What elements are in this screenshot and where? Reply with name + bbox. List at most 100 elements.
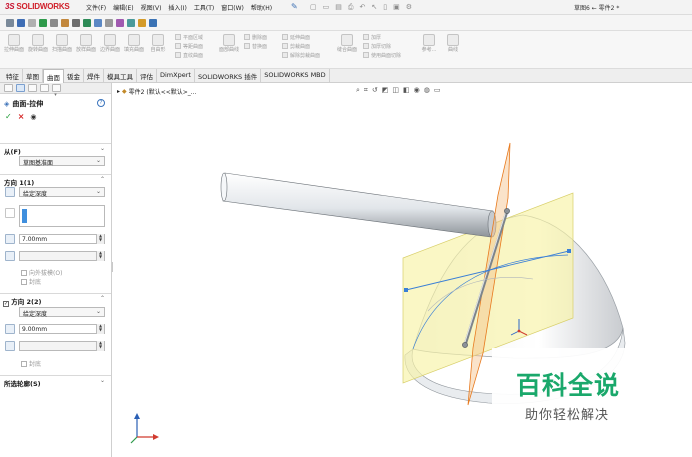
sketch-tool-icon[interactable] (6, 18, 14, 27)
knit-surface-button[interactable]: 缝合曲面 (336, 34, 358, 53)
check-tool-icon[interactable] (39, 18, 47, 27)
tab-dimxpert[interactable]: DimXpert (157, 69, 195, 82)
direction-selection-box[interactable] (19, 205, 105, 227)
spinner-icon[interactable]: ▲ ▼ (96, 234, 104, 244)
print-icon[interactable]: ⎙ (348, 3, 354, 12)
menu-insert[interactable]: 插入(I) (168, 3, 186, 12)
direction-2-checkbox[interactable]: ✓ (3, 301, 9, 307)
planar-surface-button[interactable]: 平面区域 (175, 34, 203, 43)
preview-eye-icon[interactable]: ◉ (30, 113, 36, 121)
tab-sheet-metal[interactable]: 钣金 (64, 69, 84, 82)
thicken-button[interactable]: 加厚 (363, 34, 401, 43)
face-curves-button[interactable]: 面部曲线 (218, 34, 240, 53)
search-tool-icon[interactable] (116, 18, 124, 27)
trim-surface-button[interactable]: 剪裁曲面 (282, 43, 320, 52)
menu-view[interactable]: 视图(V) (141, 3, 162, 12)
display-tool-icon[interactable] (17, 18, 25, 27)
reverse-direction-icon[interactable] (5, 187, 15, 197)
end-condition-select-2[interactable]: 给定深度 ⌄ (19, 307, 105, 318)
pin-icon[interactable]: ✎ (291, 2, 298, 11)
link-tool-icon[interactable] (105, 18, 113, 27)
extruded-surface-button[interactable]: 拉伸曲面 (3, 34, 25, 53)
tab-mold-tools[interactable]: 模具工具 (104, 69, 137, 82)
depth-input-1[interactable]: 7.00mm ▲ ▼ (19, 234, 105, 244)
help-icon[interactable]: ? (97, 99, 105, 107)
revolved-surface-button[interactable]: 旋转曲面 (27, 34, 49, 53)
curves-button[interactable]: 曲线 (442, 34, 464, 53)
menu-help[interactable]: 帮助(H) (251, 3, 272, 12)
spinner-icon[interactable]: ▲ ▼ (96, 341, 104, 351)
swept-surface-button[interactable]: 扫描曲面 (51, 34, 73, 53)
file-props-icon[interactable]: ▣ (393, 3, 400, 12)
section-tool-icon[interactable] (72, 18, 80, 27)
new-icon[interactable]: ▢ (310, 3, 317, 12)
delete-face-button[interactable]: 删除面 (244, 34, 267, 43)
freeform-button[interactable]: 自由形 (147, 34, 169, 53)
draft-angle-input[interactable]: ▲ ▼ (19, 251, 105, 261)
feature-tree-tab-icon[interactable] (4, 84, 13, 92)
section-direction-1[interactable]: 方向 1(1) ⌃ (0, 174, 111, 187)
lofted-surface-button[interactable]: 放样曲面 (75, 34, 97, 53)
replace-face-button[interactable]: 替换面 (244, 43, 267, 52)
ok-button[interactable]: ✓ (5, 112, 12, 121)
draft-icon[interactable] (5, 341, 15, 351)
section-from[interactable]: 从(F) ⌄ (0, 143, 111, 156)
section-direction-2[interactable]: ✓ 方向 2(2) ⌃ (0, 293, 111, 307)
spinner-icon[interactable]: ▲ ▼ (96, 324, 104, 334)
end-condition-select-1[interactable]: 给定深度 ⌄ (19, 187, 105, 198)
thickened-cut-button[interactable]: 加厚切除 (363, 43, 401, 52)
rebuild-icon[interactable]: ▯ (383, 3, 387, 12)
offset-surface-button[interactable]: 等距曲面 (175, 43, 203, 52)
ruled-surface-button[interactable]: 直纹曲面 (175, 52, 203, 61)
tab-weldments[interactable]: 焊件 (84, 69, 104, 82)
tab-mbd[interactable]: SOLIDWORKS MBD (261, 69, 330, 82)
table-tool-icon[interactable] (149, 18, 157, 27)
draft-outward-checkbox[interactable]: 向外拔模(O) (21, 268, 62, 277)
display-manager-tab-icon[interactable] (52, 84, 61, 92)
select-icon[interactable]: ↖ (371, 3, 377, 12)
tab-addins[interactable]: SOLIDWORKS 插件 (195, 69, 262, 82)
zoom-tool-icon[interactable] (50, 18, 58, 27)
draft-angle-input-2[interactable]: ▲ ▼ (19, 341, 105, 351)
menu-file[interactable]: 文件(F) (86, 3, 106, 12)
reference-icon (423, 34, 435, 46)
menu-window[interactable]: 窗口(W) (221, 3, 244, 12)
tab-sketch[interactable]: 草图 (23, 69, 43, 82)
tab-features[interactable]: 特征 (3, 69, 23, 82)
filled-surface-button[interactable]: 填充曲面 (123, 34, 145, 53)
tab-surfaces[interactable]: 曲面 (43, 69, 64, 83)
undo-icon[interactable]: ↶ (359, 3, 365, 12)
dimxpert-tab-icon[interactable] (40, 84, 49, 92)
config-manager-tab-icon[interactable] (28, 84, 37, 92)
quick-access-toolbar: ▢ ▭ ▤ ⎙ ↶ ↖ ▯ ▣ ⚙ (310, 3, 412, 12)
property-manager: ▾ ◈ 曲面-拉伸 ? ✓ × ◉ 从(F) ⌄ 草图基准面 ⌄ 方向 1(1) ⌃ … (0, 83, 112, 457)
cut-with-surface-button[interactable]: 使用曲面切除 (363, 52, 401, 61)
cap-end-checkbox-2[interactable]: 封底 (21, 359, 41, 368)
options-icon[interactable]: ⚙ (406, 3, 412, 12)
cap-end-checkbox-1[interactable]: 封底 (21, 277, 41, 286)
reference-geometry-button[interactable]: 参考... (418, 34, 440, 53)
untrim-surface-button[interactable]: 解除剪裁曲面 (282, 52, 320, 61)
menu-tools[interactable]: 工具(T) (194, 3, 214, 12)
open-icon[interactable]: ▭ (323, 3, 330, 12)
grid-tool-icon[interactable] (94, 18, 102, 27)
measure-tool-icon[interactable] (61, 18, 69, 27)
depth-input-2[interactable]: 9.00mm ▲ ▼ (19, 324, 105, 334)
extrude-icon (8, 34, 20, 46)
layout-tool-icon[interactable] (138, 18, 146, 27)
shield-icon[interactable] (83, 18, 91, 27)
draft-icon[interactable] (5, 251, 15, 261)
solidworks-logo[interactable]: 3S SOLIDWORKS (5, 2, 70, 11)
section-selected-contours[interactable]: 所选轮廓(S) ⌄ (0, 375, 111, 388)
copy-tool-icon[interactable] (127, 18, 135, 27)
menu-edit[interactable]: 编辑(E) (113, 3, 133, 12)
spinner-icon[interactable]: ▲ ▼ (96, 251, 104, 261)
tab-evaluate[interactable]: 评估 (137, 69, 157, 82)
view-tool-icon[interactable] (28, 18, 36, 27)
from-select[interactable]: 草图基准面 ⌄ (19, 156, 105, 167)
property-manager-tab-icon[interactable] (16, 84, 25, 92)
boundary-surface-button[interactable]: 边界曲面 (99, 34, 121, 53)
cancel-button[interactable]: × (18, 112, 25, 121)
save-icon[interactable]: ▤ (335, 3, 342, 12)
extend-surface-button[interactable]: 延伸曲面 (282, 34, 320, 43)
